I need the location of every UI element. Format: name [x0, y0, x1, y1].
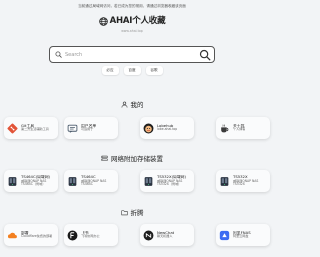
- card-user-list[interactable]: 用户名单 可运用于: [64, 117, 118, 139]
- page-subtitle: www.ahai.top: [121, 29, 143, 33]
- card-desc: 聊天机器人: [157, 234, 173, 239]
- card-desc: lobe.ahai.top: [157, 127, 178, 132]
- card-feishu[interactable]: 飞书 飞书协同办公: [64, 224, 118, 246]
- card-git-tools[interactable]: Git工具 第二方生活辅助工具: [4, 117, 58, 139]
- page-title: AHAI个人收藏: [109, 16, 166, 26]
- search-bar: [49, 46, 215, 63]
- message-icon: [67, 124, 78, 133]
- section-title-tinker: 折腾: [0, 207, 264, 217]
- section-label: 折腾: [130, 209, 144, 217]
- git-icon: [7, 123, 18, 133]
- card-desc: Cloudflare免费的部署: [21, 234, 53, 239]
- card-desc: 威联通QNAP NAS TS464C（局域）: [21, 178, 47, 187]
- lan-access-notice: 当前通过局域网访问，若已成为您的常用，请通过浏览器收藏该页面: [78, 4, 186, 8]
- card-lobehub[interactable]: Lobehub lobe.ahai.top: [140, 117, 194, 139]
- lobe-icon: [143, 123, 154, 133]
- card-desc: 第二方生活辅助工具: [21, 127, 49, 132]
- cloud-icon: [7, 232, 17, 238]
- globe-icon: [98, 17, 108, 26]
- nas-icon: [8, 176, 17, 186]
- card-desc: 飞书协同办公: [81, 234, 100, 239]
- user-icon: [121, 101, 127, 108]
- card-alidrive[interactable]: 阿里FNAS 阿里云网盘: [216, 224, 270, 246]
- folder-icon: [120, 209, 128, 215]
- brand-header: AHAI个人收藏: [0, 17, 264, 26]
- card-ts464c[interactable]: TS464C 威联通QNAP NAS TS464C: [64, 170, 118, 192]
- section-label: 网络附加存储装置: [111, 155, 163, 163]
- card-about-me[interactable]: 关于我 个人博客: [216, 117, 270, 139]
- nas-icon: [144, 176, 153, 186]
- card-desc: 可运用于: [81, 127, 94, 132]
- section-title-nas: 网络附加存储装置: [0, 153, 264, 163]
- card-row-nas: TS464C(局域网) 威联通QNAP NAS TS464C（局域） TS464…: [0, 170, 270, 192]
- card-desc: 威联通QNAP NAS TS532X: [233, 178, 259, 187]
- section-title-mine: 我的: [0, 99, 264, 109]
- search-input[interactable]: [65, 49, 195, 60]
- coffee-icon: [221, 124, 229, 132]
- feishu-icon: [67, 230, 78, 240]
- card-row-mine: Git工具 第二方生活辅助工具 用户名单 可运用于 Lobehub lobe.a…: [0, 117, 270, 139]
- section-label: 我的: [130, 101, 144, 109]
- alidrive-icon: [219, 230, 230, 240]
- search-icon: [55, 51, 62, 58]
- card-ts532x-lan[interactable]: TS532X(局域网) 威联通QNAP NAS TS532X（局域）: [140, 170, 194, 192]
- search-submit-icon[interactable]: [199, 49, 211, 61]
- nas-icon: [220, 176, 229, 186]
- engine-bing-button[interactable]: 必应: [101, 66, 119, 75]
- card-desc: 威联通QNAP NAS TS532X（局域）: [157, 178, 183, 187]
- engine-baidu-button[interactable]: 百度: [123, 66, 141, 75]
- nas-icon: [68, 176, 77, 186]
- engine-google-button[interactable]: 谷歌: [145, 66, 163, 75]
- card-desc: 个人博客: [233, 127, 246, 132]
- card-ts464c-lan[interactable]: TS464C(局域网) 威联通QNAP NAS TS464C（局域）: [4, 170, 58, 192]
- card-desc: 阿里云网盘: [233, 234, 249, 239]
- card-ts532x[interactable]: TS532X 威联通QNAP NAS TS532X: [216, 170, 270, 192]
- search-engine-tabs: 必应 百度 谷歌: [0, 66, 264, 75]
- card-newchat[interactable]: NewChat 聊天机器人: [140, 224, 194, 246]
- card-desc: 威联通QNAP NAS TS464C: [81, 178, 107, 187]
- card-row-tinker: 部署 Cloudflare免费的部署 飞书 飞书协同办公 NewChat 聊天机…: [0, 224, 270, 246]
- server-icon: [101, 155, 108, 161]
- card-deploy[interactable]: 部署 Cloudflare免费的部署: [4, 224, 58, 246]
- chat-icon: [143, 230, 154, 240]
